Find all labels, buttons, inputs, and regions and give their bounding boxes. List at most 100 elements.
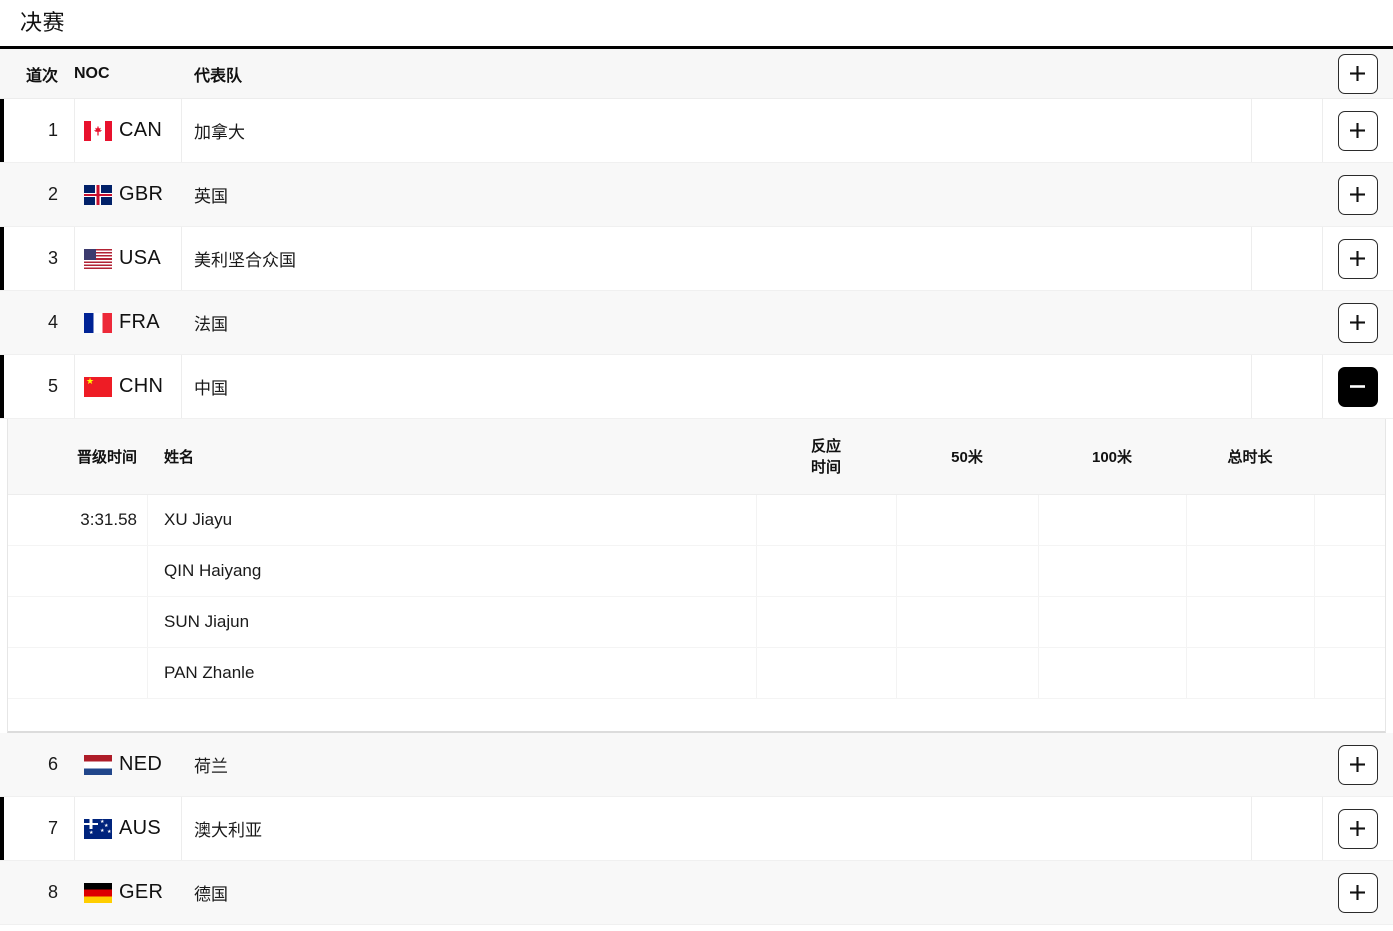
athlete-row: PAN Zhanle	[8, 648, 1385, 699]
noc-code: GER	[119, 881, 164, 903]
athlete-name: XU Jiayu	[147, 495, 756, 545]
team-cell: 英国	[181, 163, 1251, 226]
noc-code: CAN	[119, 119, 163, 141]
team-cell: 中国	[181, 355, 1251, 418]
team-name: 英国	[194, 187, 228, 206]
lane-number-cell: 6	[0, 733, 74, 796]
flag-icon-can	[84, 120, 112, 141]
spacer-cell	[1251, 163, 1322, 226]
athlete-reaction-time	[756, 546, 896, 596]
lane-number: 8	[47, 882, 58, 902]
plus-icon	[1350, 251, 1365, 266]
plus-icon	[1350, 66, 1365, 81]
team-cell: 澳大利亚	[181, 797, 1251, 860]
athlete-row-spacer	[1314, 546, 1385, 596]
action-cell	[1322, 733, 1393, 796]
table-row[interactable]: 1 CAN 加拿大	[0, 99, 1393, 163]
expand-row-button[interactable]	[1337, 174, 1378, 215]
table-row[interactable]: 4 FRA 法国	[0, 291, 1393, 355]
lane-number: 1	[47, 120, 58, 140]
lane-number: 5	[47, 376, 58, 396]
action-cell	[1322, 99, 1393, 162]
noc-cell: CAN	[74, 99, 181, 162]
athlete-split-100m	[1038, 546, 1186, 596]
expanded-detail-panel: 晋级时间 姓名 反应 时间 50米 100米 总时长 3:31.58 XU Jiayu QIN H…	[7, 419, 1386, 733]
expand-row-button[interactable]	[1337, 238, 1378, 279]
action-cell	[1322, 291, 1393, 354]
athlete-total-time	[1186, 648, 1314, 698]
detail-column-header-reaction-time: 反应 时间	[810, 437, 841, 476]
column-header-actions	[1322, 49, 1393, 98]
expand-row-button[interactable]	[1337, 302, 1378, 343]
team-cell: 德国	[181, 861, 1251, 924]
athlete-qualify-time	[8, 597, 147, 647]
noc-code: CHN	[119, 375, 164, 397]
spacer-cell	[1251, 797, 1322, 860]
table-row[interactable]: 5 CHN 中国	[0, 355, 1393, 419]
athlete-total-time	[1186, 597, 1314, 647]
lane-number: 6	[47, 754, 58, 774]
flag-icon-fra	[84, 312, 112, 333]
team-name: 法国	[194, 315, 228, 334]
table-row[interactable]: 6 NED 荷兰	[0, 733, 1393, 797]
table-row[interactable]: 8 GER 德国	[0, 861, 1393, 925]
detail-panel-footer	[8, 699, 1385, 731]
flag-icon-ger	[84, 882, 112, 903]
lane-number-cell: 8	[0, 861, 74, 924]
expand-all-button[interactable]	[1337, 53, 1378, 94]
athlete-row: QIN Haiyang	[8, 546, 1385, 597]
lane-number-cell: 1	[0, 99, 74, 162]
athlete-row-spacer	[1314, 597, 1385, 647]
table-body: 1 CAN 加拿大 2 GBR 英国 3 USA 美利坚合众国 4 FRA 法国 5 CHN 中国晋级时间 姓…	[0, 99, 1393, 925]
collapse-row-button[interactable]	[1337, 366, 1378, 407]
spacer-cell	[1251, 733, 1322, 796]
table-row[interactable]: 7 ★ ★ ★ ★ ★ AUS 澳大利亚	[0, 797, 1393, 861]
athlete-split-100m	[1038, 495, 1186, 545]
column-header-spacer	[1251, 49, 1322, 98]
team-name: 荷兰	[194, 757, 228, 776]
plus-icon	[1350, 885, 1365, 900]
athlete-total-time	[1186, 495, 1314, 545]
noc-cell: NED	[74, 733, 181, 796]
team-name: 中国	[194, 379, 228, 398]
detail-header-row: 晋级时间 姓名 反应 时间 50米 100米 总时长	[8, 419, 1385, 495]
expand-row-button[interactable]	[1337, 744, 1378, 785]
team-cell: 荷兰	[181, 733, 1251, 796]
flag-icon-chn	[84, 376, 112, 397]
lane-number: 2	[47, 184, 58, 204]
athlete-split-50m	[896, 648, 1038, 698]
action-cell	[1322, 861, 1393, 924]
athlete-qualify-time: 3:31.58	[80, 510, 137, 529]
noc-code: GBR	[119, 183, 164, 205]
detail-column-header-50m: 50米	[951, 449, 983, 466]
athlete-name: PAN Zhanle	[147, 648, 756, 698]
athlete-name: SUN Jiajun	[147, 597, 756, 647]
table-row[interactable]: 2 GBR 英国	[0, 163, 1393, 227]
detail-column-header-name: 姓名	[164, 449, 195, 466]
noc-code: NED	[119, 753, 163, 775]
plus-icon	[1350, 187, 1365, 202]
expand-row-button[interactable]	[1337, 110, 1378, 151]
expand-row-button[interactable]	[1337, 808, 1378, 849]
spacer-cell	[1251, 355, 1322, 418]
athlete-split-50m	[896, 597, 1038, 647]
noc-cell: FRA	[74, 291, 181, 354]
team-name: 加拿大	[194, 123, 245, 142]
spacer-cell	[1251, 99, 1322, 162]
athlete-reaction-time	[756, 495, 896, 545]
athlete-name: QIN Haiyang	[147, 546, 756, 596]
athlete-qualify-time	[8, 546, 147, 596]
detail-column-header-total: 总时长	[1227, 449, 1273, 466]
noc-cell: GBR	[74, 163, 181, 226]
lane-number-cell: 5	[0, 355, 74, 418]
lane-number-cell: 2	[0, 163, 74, 226]
athlete-split-50m	[896, 495, 1038, 545]
plus-icon	[1350, 821, 1365, 836]
detail-column-header-spacer	[1314, 419, 1385, 494]
noc-cell: USA	[74, 227, 181, 290]
expand-row-button[interactable]	[1337, 872, 1378, 913]
athlete-row: 3:31.58 XU Jiayu	[8, 495, 1385, 546]
athlete-reaction-time	[756, 648, 896, 698]
lane-number: 3	[47, 248, 58, 268]
table-row[interactable]: 3 USA 美利坚合众国	[0, 227, 1393, 291]
